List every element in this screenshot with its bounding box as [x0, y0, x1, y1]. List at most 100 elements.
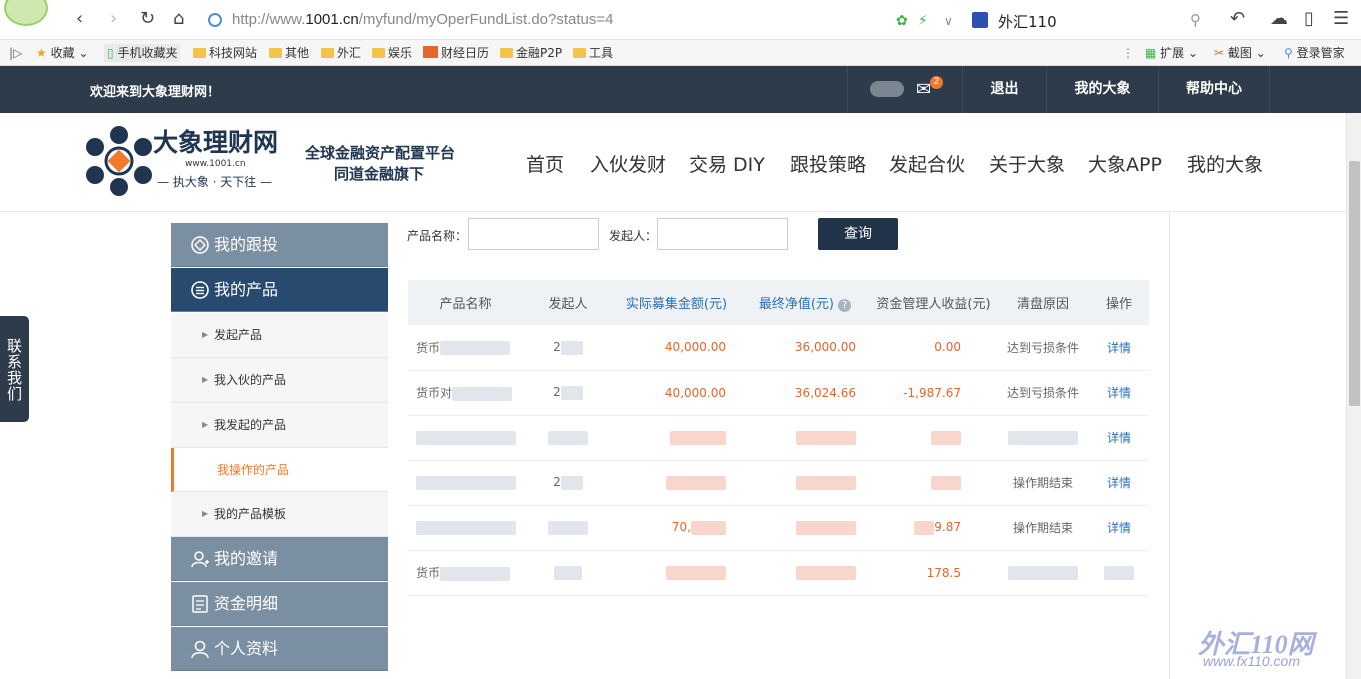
cell-product-name[interactable]: 货币对 [408, 370, 523, 416]
menu-icon[interactable]: ☰ [1333, 9, 1349, 29]
my-daxiang-link[interactable]: 我的大象 [1046, 66, 1158, 113]
bookmark-forex[interactable]: 外汇 [321, 44, 361, 62]
lightning-icon[interactable]: ⚡ [918, 11, 928, 31]
undo-icon[interactable]: ↶ [1230, 9, 1245, 29]
redacted-block [548, 430, 588, 445]
user-mail-cell[interactable]: ✉ 2 [847, 66, 962, 113]
nav-app[interactable]: 大象APP [1088, 153, 1162, 177]
sidebar-sub-joined-products[interactable]: ▶ 我入伙的产品 [171, 358, 388, 403]
initiator-label: 发起人： [609, 229, 658, 243]
nav-join[interactable]: 入伙发财 [590, 153, 666, 177]
nav-start-partnership[interactable]: 发起合伙 [889, 153, 965, 177]
redacted-block [691, 520, 726, 535]
sidebar-item-funds[interactable]: 资金明细 [171, 582, 388, 626]
cloud-icon[interactable]: ☁ [1270, 9, 1288, 29]
detail-link[interactable]: 详情 [1089, 325, 1149, 371]
product-name-input[interactable] [468, 218, 599, 250]
phone-icon[interactable]: ▯ [1304, 9, 1314, 29]
initiator-input[interactable] [657, 218, 788, 250]
table-row: 货币对 2 40,000.00 36,024.66 -1,987.67 达到亏损… [408, 370, 1149, 416]
search-engine-icon[interactable] [972, 12, 988, 28]
cell-product-name[interactable] [408, 460, 523, 506]
cell-nav: 36,024.66 [740, 370, 870, 416]
home-icon[interactable]: ⌂ [173, 9, 184, 29]
logout-link[interactable]: 退出 [962, 66, 1046, 113]
sidebar-sub-product-templates[interactable]: ▶ 我的产品模板 [171, 492, 388, 537]
scrollbar-thumb[interactable] [1349, 161, 1360, 406]
address-bar[interactable]: http://www.1001.cn/myfund/myOperFundList… [232, 8, 613, 32]
cell-product-name[interactable] [408, 505, 523, 551]
sidebar-item-products[interactable]: 我的产品 [171, 268, 388, 312]
bookmark-calendar[interactable]: 财经日历 [423, 44, 489, 62]
nav-about[interactable]: 关于大象 [989, 153, 1065, 177]
detail-link[interactable]: 详情 [1089, 460, 1149, 506]
cell-product-name[interactable] [408, 415, 523, 461]
sidebar-item-invite[interactable]: 我的邀请 [171, 537, 388, 581]
col-final-nav[interactable]: 最终净值(元) ? [740, 280, 870, 325]
help-center-link[interactable]: 帮助中心 [1158, 66, 1270, 113]
cell-raised [613, 460, 740, 506]
bookmark-mobile[interactable]: ▯ 手机收藏夹 [104, 44, 181, 62]
detail-link[interactable]: 详情 [1089, 415, 1149, 461]
cell-text: 2 [553, 340, 561, 354]
redacted-block [666, 475, 726, 490]
forward-icon[interactable]: › [110, 9, 117, 29]
screenshot-label: 截图 [1227, 46, 1252, 60]
screenshot-button[interactable]: ✂ 截图 ⌄ [1214, 44, 1266, 62]
search-icon[interactable]: ⚲ [1190, 10, 1201, 30]
user-avatar[interactable] [4, 0, 48, 26]
caret-right-icon: ▶ [202, 420, 209, 429]
dropdown-icon[interactable]: ∨ [944, 11, 953, 31]
login-manager-label: 登录管家 [1296, 46, 1345, 60]
sidebar-sub-operated-products[interactable]: 我操作的产品 [171, 448, 388, 492]
mail-icon[interactable]: ✉ [916, 66, 931, 113]
cell-reason: 达到亏损条件 [997, 325, 1089, 371]
contact-us-tab[interactable]: 联系我们 [0, 316, 29, 422]
sidebar-sub-started-products[interactable]: ▶ 我发起的产品 [171, 403, 388, 448]
detail-link[interactable]: 详情 [1089, 505, 1149, 551]
redacted-block [914, 520, 935, 535]
query-button[interactable]: 查询 [818, 218, 898, 250]
page-scrollbar[interactable] [1346, 113, 1361, 679]
detail-link[interactable]: 详情 [1089, 370, 1149, 416]
help-icon[interactable]: ? [838, 299, 852, 312]
sidebar-item-follow[interactable]: 我的跟投 [171, 223, 388, 267]
search-site-text[interactable]: 外汇110 [998, 11, 1057, 32]
login-manager-button[interactable]: ⚲ 登录管家 [1284, 44, 1345, 62]
col-raised-amount[interactable]: 实际募集金额(元) [613, 280, 740, 325]
bookmark-p2p[interactable]: 金融P2P [500, 44, 562, 62]
nav-home[interactable]: 首页 [526, 153, 564, 177]
redacted-block [796, 475, 856, 490]
cell-product-name[interactable]: 货币 [408, 550, 523, 596]
bookmark-tech[interactable]: 科技网站 [193, 44, 257, 62]
bookmark-label: 金融P2P [516, 46, 563, 60]
cell-initiator: 2 [523, 460, 613, 506]
reload-icon[interactable]: ↻ [140, 9, 155, 29]
bookmark-label: 其他 [285, 46, 310, 60]
sidebar-item-label: 我的产品 [214, 280, 279, 299]
star-icon: ★ [36, 46, 47, 60]
more-icon[interactable]: ⋮ [1122, 44, 1134, 62]
col-final-nav-label: 最终净值(元) [758, 297, 834, 312]
extensions-button[interactable]: ▦ 扩展 ⌄ [1145, 44, 1198, 62]
sidebar-sub-start-product[interactable]: ▶ 发起产品 [171, 313, 388, 358]
cell-product-name[interactable]: 货币 [408, 325, 523, 371]
cell-text: 70, [671, 520, 691, 535]
cell-raised: 70, [613, 505, 740, 551]
speed-mode-icon[interactable]: ✿ [896, 11, 908, 31]
bookmark-other[interactable]: 其他 [269, 44, 309, 62]
nav-my-daxiang[interactable]: 我的大象 [1187, 153, 1263, 177]
cell-profit [870, 415, 997, 461]
sidebar-item-profile[interactable]: 个人资料 [171, 627, 388, 671]
logo-url: www.1001.cn [185, 159, 246, 169]
bookmark-label: 科技网站 [209, 46, 258, 60]
tagline-primary: 全球金融资产配置平台 [305, 144, 456, 162]
bookmark-entertainment[interactable]: 娱乐 [372, 44, 412, 62]
nav-follow-strategy[interactable]: 跟投策略 [790, 153, 866, 177]
bookmark-tools[interactable]: 工具 [573, 44, 613, 62]
sidebar-toggle-icon[interactable]: |▷ [9, 44, 22, 62]
logo[interactable]: 大象理财网 www.1001.cn — 执大象 · 天下往 — [85, 123, 295, 203]
back-icon[interactable]: ‹ [76, 9, 83, 29]
nav-trade-diy[interactable]: 交易 DIY [689, 153, 765, 177]
bookmark-favorites[interactable]: ★ 收藏 ⌄ [36, 44, 88, 62]
